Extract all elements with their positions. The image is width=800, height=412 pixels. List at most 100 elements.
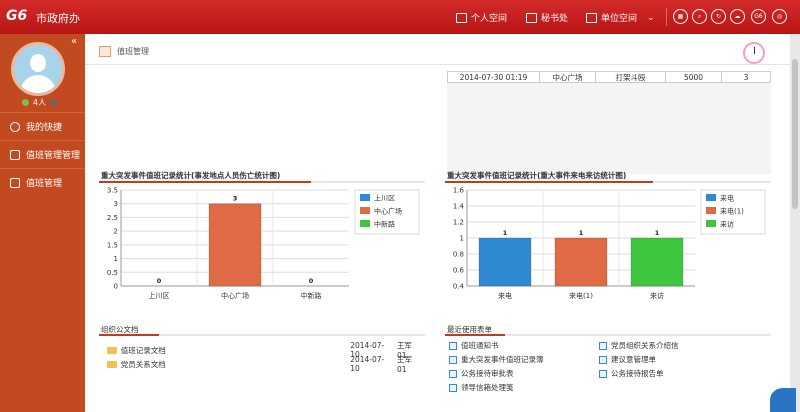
chart2-title: 重大突发事件值班记录统计(重大事件来电来访统计图): [447, 171, 627, 180]
form-link[interactable]: 公务接待审批表: [449, 368, 514, 379]
chart2-y-tick: 1.2: [453, 219, 464, 227]
chart1-legend-swatch: [360, 207, 370, 214]
duty-log-panel: 2014-07-30 01:19 中心广场 打架斗殴 5000 3: [447, 71, 771, 174]
online-status: 4人: [22, 97, 58, 108]
chart2-legend-label: 来访: [720, 220, 734, 229]
g6-button[interactable]: G6: [751, 9, 766, 24]
section-underline: [99, 334, 425, 336]
chart2-y-tick: 0.4: [453, 283, 465, 291]
chart1-y-tick: 0: [114, 283, 118, 291]
form-link[interactable]: 党员组织关系介绍信: [599, 340, 679, 351]
scrollbar[interactable]: [790, 34, 800, 412]
sidebar-item-shortcuts[interactable]: 我的快捷: [0, 112, 85, 140]
section-underline: [445, 181, 771, 183]
chart1-data-label: 3: [233, 195, 238, 203]
briefcase-icon: [10, 149, 20, 160]
chart1-legend-label: 上川区: [374, 194, 395, 203]
divider: [666, 8, 667, 26]
plus-icon: [10, 121, 20, 132]
chart2-x-tick: 来电(1): [569, 291, 593, 300]
chart1: 0 0.5 1 1.5 2 2.5 3 3.5 0 上川区 3 中心广场 0 中新路 上川区 中心广场 中新路: [99, 184, 425, 304]
main-content: 值班管理 2014-07-30 01:19 中心广场 打架斗殴 5000 3 重…: [85, 34, 790, 412]
nav-secretariat[interactable]: 秘书处: [526, 11, 568, 24]
chart2-y-tick: 0.6: [453, 267, 465, 275]
divider: [85, 64, 790, 65]
chart2-data-label: 1: [655, 229, 660, 237]
home-icon: [456, 12, 467, 23]
chart2-x-tick: 来访: [650, 291, 664, 300]
page-title: 值班管理: [99, 46, 149, 57]
nav-unit-space[interactable]: 单位空间 ⌄: [586, 11, 655, 24]
chart1-y-tick: 1: [114, 255, 118, 263]
app-logo: G6: [6, 8, 28, 24]
log-value-b: 3: [743, 72, 749, 82]
speaker-icon[interactable]: [770, 388, 796, 412]
chart1-y-tick: 3: [114, 200, 118, 208]
clock-icon: [743, 42, 765, 64]
chart2-legend-label: 来电(1): [720, 207, 744, 216]
chart1-y-tick: 0.5: [107, 269, 118, 277]
form-icon: [599, 369, 607, 378]
top-bar: G6 市政府办 个人空间 秘书处 单位空间 ⌄ ▦ ⌕ ↻ ☁ G6 ◎: [0, 0, 800, 34]
form-link[interactable]: 公务接待报告单: [599, 368, 664, 379]
collapse-icon[interactable]: «: [71, 36, 77, 47]
online-icon: [22, 99, 29, 106]
avatar[interactable]: [11, 42, 65, 96]
chart2-legend-swatch: [706, 207, 716, 214]
refresh-icon[interactable]: ↻: [711, 9, 726, 24]
building-icon: [586, 12, 597, 23]
sidebar-item-duty-admin[interactable]: 值班管理管理: [0, 140, 85, 168]
table-row[interactable]: 2014-07-30 01:19 中心广场 打架斗殴 5000 3: [447, 71, 771, 83]
chart1-bar: [208, 203, 262, 287]
chart1-y-tick: 1.5: [107, 241, 118, 249]
chart2-y-tick: 1: [460, 235, 464, 243]
form-icon: [599, 355, 607, 364]
log-event: 打架斗殴: [596, 72, 666, 82]
form-link[interactable]: 领导信箱处理笺: [449, 382, 514, 393]
sidebar: « 4人 我的快捷 值班管理管理 值班管理: [0, 34, 85, 412]
list-item[interactable]: 党员关系文档 2014-07-10 王军01: [107, 354, 421, 374]
apps-grid-icon[interactable]: ▦: [673, 9, 688, 24]
chart1-legend-label: 中新路: [374, 220, 395, 229]
folder-icon: [107, 360, 117, 368]
scrollbar-thumb[interactable]: [792, 59, 798, 209]
form-link[interactable]: 值班通知书: [449, 340, 499, 351]
chart1-title: 重大突发事件值班记录统计(事发地点人员伤亡统计图): [101, 171, 281, 180]
chart1-x-tick: 中新路: [301, 291, 322, 300]
app-title: 市政府办: [36, 12, 80, 25]
form-link[interactable]: 重大突发事件值班记录簿: [449, 354, 544, 365]
chart2-y-tick: 1.6: [453, 187, 465, 195]
chart2-legend-swatch: [706, 194, 716, 201]
form-link[interactable]: 建议意管理单: [599, 354, 656, 365]
chart2-data-label: 1: [503, 229, 508, 237]
chart1-data-label: 0: [309, 277, 314, 285]
folder-icon: [107, 346, 117, 354]
document-icon: [10, 177, 20, 188]
chart1-data-label: 0: [157, 277, 162, 285]
chart2-legend-label: 来电: [720, 194, 734, 203]
form-icon: [449, 341, 457, 350]
user-icon: [50, 99, 58, 106]
chart1-legend-swatch: [360, 194, 370, 201]
chart1-y-tick: 3.5: [107, 187, 118, 195]
form-icon: [449, 355, 457, 364]
search-icon[interactable]: ⌕: [692, 9, 707, 24]
settings-icon[interactable]: ◎: [772, 9, 787, 24]
chart2-y-tick: 1.4: [453, 203, 465, 211]
form-icon: [449, 369, 457, 378]
chart2-data-label: 1: [579, 229, 584, 237]
form-icon: [599, 341, 607, 350]
chart2-x-tick: 来电: [498, 291, 512, 300]
sidebar-item-duty[interactable]: 值班管理: [0, 168, 85, 196]
cloud-icon[interactable]: ☁: [730, 9, 745, 24]
form-icon: [449, 383, 457, 392]
calendar-icon: [99, 46, 111, 57]
chart1-legend-label: 中心广场: [374, 207, 402, 216]
section-underline: [445, 334, 771, 336]
log-place: 中心广场: [540, 72, 596, 82]
nav-personal-space[interactable]: 个人空间: [456, 11, 507, 24]
chart1-legend-swatch: [360, 220, 370, 227]
chart2-bar: [554, 237, 608, 287]
log-value-a: 5000: [666, 72, 722, 82]
chart2: 0.4 0.6 0.8 1 1.2 1.4 1.6 1 来电 1 来电(1) 1 来访 来电 来电(1) 来访: [445, 184, 771, 304]
